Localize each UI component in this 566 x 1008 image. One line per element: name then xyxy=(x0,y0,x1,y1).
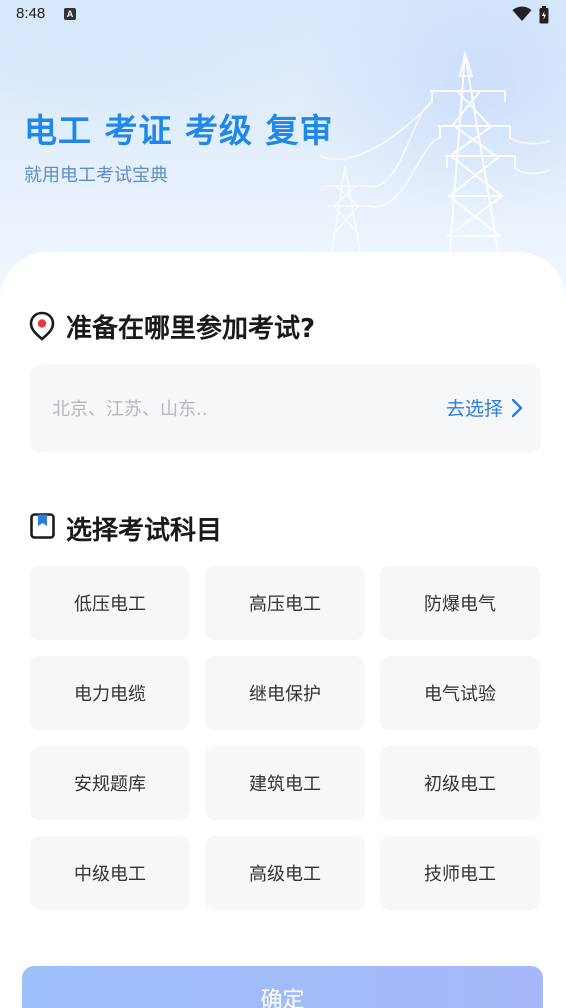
wifi-icon xyxy=(512,6,532,26)
subjects-heading: 选择考试科目 xyxy=(66,516,223,546)
hero-title: 电工 考证 考级 复审 xyxy=(24,111,334,150)
hero-subtitle: 就用电工考试宝典 xyxy=(24,165,168,186)
subject-option[interactable]: 技师电工 xyxy=(380,836,540,910)
location-pin-icon xyxy=(29,311,55,341)
subject-option[interactable]: 安规题库 xyxy=(30,746,190,820)
chevron-right-icon xyxy=(511,398,523,417)
subject-option[interactable]: 高压电工 xyxy=(205,566,365,640)
status-bar: 8:48 A xyxy=(0,0,566,30)
subject-option[interactable]: 高级电工 xyxy=(205,836,365,910)
subject-option[interactable]: 防爆电气 xyxy=(380,566,540,640)
location-placeholder: 北京、江苏、山东.. xyxy=(52,399,208,420)
subject-option[interactable]: 电力电缆 xyxy=(30,656,190,730)
subject-option[interactable]: 继电保护 xyxy=(205,656,365,730)
confirm-button[interactable]: 确定 xyxy=(22,966,543,1008)
bookmark-icon xyxy=(30,513,55,539)
a-icon: A xyxy=(64,8,76,20)
subject-option[interactable]: 电气试验 xyxy=(380,656,540,730)
battery-icon xyxy=(539,6,549,28)
subject-option[interactable]: 建筑电工 xyxy=(205,746,365,820)
power-tower-illustration xyxy=(320,50,550,252)
screen: 8:48 A 电工 考证 考级 复审 就用电工考试宝典 准备在哪里参加考试? 北… xyxy=(0,0,566,1008)
subject-option[interactable]: 中级电工 xyxy=(30,836,190,910)
location-heading: 准备在哪里参加考试? xyxy=(66,314,316,344)
location-selector[interactable]: 北京、江苏、山东.. 去选择 xyxy=(30,364,541,453)
select-location-label: 去选择 xyxy=(445,398,503,420)
status-time: 8:48 xyxy=(16,5,46,22)
select-location-button[interactable]: 去选择 xyxy=(446,394,523,421)
subject-grid: 低压电工 高压电工 防爆电气 电力电缆 继电保护 电气试验 安规题库 建筑电工 … xyxy=(30,566,541,910)
subject-option[interactable]: 低压电工 xyxy=(30,566,190,640)
subject-option[interactable]: 初级电工 xyxy=(380,746,540,820)
